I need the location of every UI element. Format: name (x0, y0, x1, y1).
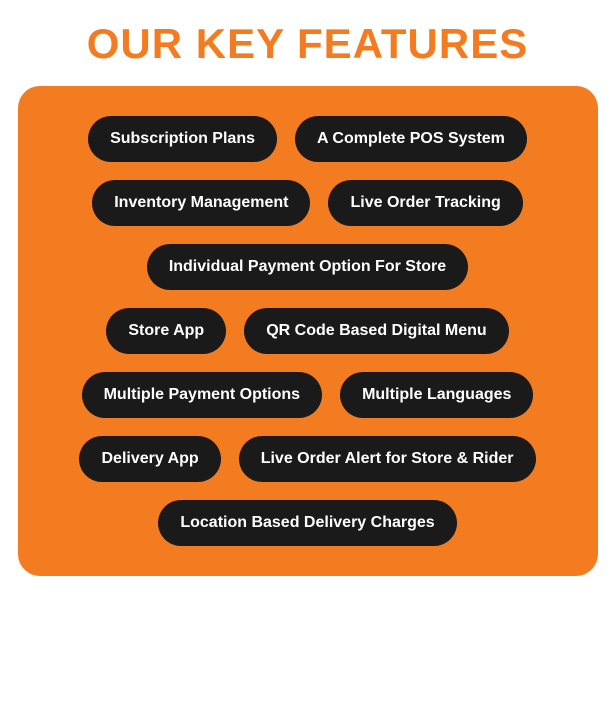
feature-tag-live-order-alert: Live Order Alert for Store & Rider (239, 436, 536, 482)
feature-row-row5: Multiple Payment Options Multiple Languag… (43, 372, 573, 418)
feature-row-row7: Location Based Delivery Charges (43, 500, 573, 546)
feature-tag-store-app: Store App (106, 308, 226, 354)
page-title: OUR KEY FEATURES (87, 20, 529, 68)
feature-row-row2: Inventory Management Live Order Tracking (43, 180, 573, 226)
feature-tag-live-order-tracking: Live Order Tracking (328, 180, 522, 226)
feature-tag-multiple-payment-options: Multiple Payment Options (82, 372, 322, 418)
feature-tag-location-based-delivery: Location Based Delivery Charges (158, 500, 456, 546)
feature-row-row1: Subscription Plans A Complete POS System (43, 116, 573, 162)
feature-tag-qr-code-digital-menu: QR Code Based Digital Menu (244, 308, 508, 354)
feature-tag-inventory-management: Inventory Management (92, 180, 310, 226)
feature-tag-multiple-languages: Multiple Languages (340, 372, 533, 418)
feature-tag-delivery-app: Delivery App (79, 436, 220, 482)
feature-tag-subscription-plans: Subscription Plans (88, 116, 277, 162)
feature-row-row6: Delivery App Live Order Alert for Store &… (43, 436, 573, 482)
feature-row-row4: Store App QR Code Based Digital Menu (43, 308, 573, 354)
feature-tag-individual-payment-option: Individual Payment Option For Store (147, 244, 468, 290)
feature-tag-complete-pos-system: A Complete POS System (295, 116, 527, 162)
feature-row-row3: Individual Payment Option For Store (43, 244, 573, 290)
features-box: Subscription Plans A Complete POS System I… (18, 86, 598, 576)
